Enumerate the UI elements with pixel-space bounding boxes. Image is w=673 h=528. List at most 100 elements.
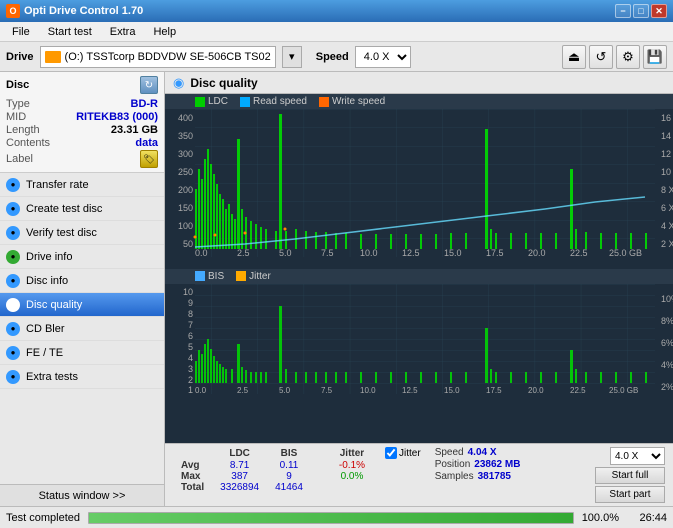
svg-text:25.0 GB: 25.0 GB xyxy=(609,386,638,394)
svg-text:5.0: 5.0 xyxy=(279,386,291,394)
disc-panel: Disc ↻ Type BD-R MID RITEKB83 (000) Leng… xyxy=(0,72,164,173)
ldc-chart-svg: 400 350 300 250 200 150 100 50 16 X 14 X… xyxy=(165,109,673,257)
elapsed-time: 26:44 xyxy=(627,512,667,524)
svg-text:20.0: 20.0 xyxy=(528,386,544,394)
create-test-disc-icon: ● xyxy=(6,202,20,216)
disc-type-label: Type xyxy=(6,98,30,110)
svg-text:12 X: 12 X xyxy=(661,149,673,159)
start-full-button[interactable]: Start full xyxy=(595,467,665,484)
ldc-chart-area: 400 350 300 250 200 150 100 50 16 X 14 X… xyxy=(165,109,673,269)
sidebar-item-transfer-rate-label: Transfer rate xyxy=(26,179,89,191)
sidebar-item-cd-bler[interactable]: ● CD Bler xyxy=(0,317,164,341)
close-button[interactable]: ✕ xyxy=(651,4,667,18)
disc-quality-header-title: Disc quality xyxy=(190,76,257,90)
svg-text:10.0: 10.0 xyxy=(360,248,378,257)
refresh-button[interactable]: ↺ xyxy=(589,45,613,69)
sidebar-item-verify-test-disc-label: Verify test disc xyxy=(26,227,97,239)
menu-bar: File Start test Extra Help xyxy=(0,22,673,42)
disc-quality-header: ◉ Disc quality xyxy=(165,72,673,94)
svg-text:2.5: 2.5 xyxy=(237,386,249,394)
svg-text:350: 350 xyxy=(178,131,193,141)
svg-text:6 X: 6 X xyxy=(661,203,673,213)
sidebar-item-transfer-rate[interactable]: ● Transfer rate xyxy=(0,173,164,197)
speed-info-value: 4.04 X xyxy=(468,447,497,458)
speed-info: Speed 4.04 X Position 23862 MB Samples 3… xyxy=(435,447,521,482)
stats-total-ldc: 3326894 xyxy=(212,482,267,493)
svg-text:8%: 8% xyxy=(661,316,673,326)
sidebar-item-disc-quality-label: Disc quality xyxy=(26,299,82,311)
stats-max-label: Max xyxy=(173,471,212,482)
stats-max-ldc: 387 xyxy=(212,471,267,482)
progress-bar-fill xyxy=(89,513,573,523)
jitter-checkbox[interactable] xyxy=(385,447,397,459)
stats-max-jitter: 0.0% xyxy=(331,471,373,482)
svg-text:300: 300 xyxy=(178,149,193,159)
disc-label-icon-button[interactable]: 🏷 xyxy=(140,150,158,168)
bis-chart-area: 10 9 8 7 6 5 4 3 2 1 10% 8% 6% 4% 2% 0.0… xyxy=(165,284,673,444)
read-speed-color-swatch xyxy=(240,97,250,107)
legend-jitter: Jitter xyxy=(236,271,271,282)
sidebar-item-verify-test-disc[interactable]: ● Verify test disc xyxy=(0,221,164,245)
svg-text:3: 3 xyxy=(188,364,193,374)
svg-text:15.0: 15.0 xyxy=(444,386,460,394)
svg-text:2 X: 2 X xyxy=(661,239,673,249)
eject-button[interactable]: ⏏ xyxy=(562,45,586,69)
menu-extra[interactable]: Extra xyxy=(102,25,144,39)
action-speed-select[interactable]: 4.0 X 2.0 X xyxy=(610,447,665,465)
svg-text:50: 50 xyxy=(183,239,193,249)
status-window-button[interactable]: Status window >> xyxy=(0,484,164,506)
svg-text:16 X: 16 X xyxy=(661,113,673,123)
sidebar-item-extra-tests[interactable]: ● Extra tests xyxy=(0,365,164,389)
maximize-button[interactable]: □ xyxy=(633,4,649,18)
save-button[interactable]: 💾 xyxy=(643,45,667,69)
menu-help[interactable]: Help xyxy=(145,25,184,39)
menu-file[interactable]: File xyxy=(4,25,38,39)
svg-text:0.0: 0.0 xyxy=(195,248,208,257)
drive-dropdown-button[interactable]: ▾ xyxy=(282,46,302,68)
svg-text:8: 8 xyxy=(188,309,193,319)
minimize-button[interactable]: − xyxy=(615,4,631,18)
disc-refresh-button[interactable]: ↻ xyxy=(140,76,158,94)
svg-text:8 X: 8 X xyxy=(661,185,673,195)
ldc-color-swatch xyxy=(195,97,205,107)
position-label: Position xyxy=(435,459,471,470)
verify-test-disc-icon: ● xyxy=(6,226,20,240)
svg-text:7.5: 7.5 xyxy=(321,386,333,394)
sidebar-item-disc-quality[interactable]: ● Disc quality xyxy=(0,293,164,317)
app-icon: O xyxy=(6,4,20,18)
svg-text:5.0: 5.0 xyxy=(279,248,292,257)
svg-text:6%: 6% xyxy=(661,338,673,348)
svg-text:15.0: 15.0 xyxy=(444,248,462,257)
sidebar-nav: ● Transfer rate ● Create test disc ● Ver… xyxy=(0,173,164,389)
svg-text:10.0: 10.0 xyxy=(360,386,376,394)
sidebar-item-disc-info[interactable]: ● Disc info xyxy=(0,269,164,293)
svg-text:17.5: 17.5 xyxy=(486,386,502,394)
disc-type-value: BD-R xyxy=(131,98,159,110)
drive-selector[interactable]: (O:) TSSTcorp BDDVDW SE-506CB TS02 xyxy=(40,46,276,68)
chart-legend-top: LDC Read speed Write speed xyxy=(165,94,673,109)
legend-bis-label: BIS xyxy=(208,271,224,282)
svg-text:5: 5 xyxy=(188,342,193,352)
sidebar-item-fe-te[interactable]: ● FE / TE xyxy=(0,341,164,365)
disc-quality-icon: ● xyxy=(6,298,20,312)
stats-avg-bis: 0.11 xyxy=(267,460,311,471)
svg-text:7.5: 7.5 xyxy=(321,248,334,257)
disc-label-label: Label xyxy=(6,153,33,165)
toolbar-icons: ⏏ ↺ ⚙ 💾 xyxy=(562,45,667,69)
samples-label: Samples xyxy=(435,471,474,482)
stats-header-bis: BIS xyxy=(267,447,311,460)
speed-info-label: Speed xyxy=(435,447,464,458)
svg-text:25.0 GB: 25.0 GB xyxy=(609,248,642,257)
menu-start-test[interactable]: Start test xyxy=(40,25,100,39)
speed-select[interactable]: 4.0 X 2.0 X 1.0 X xyxy=(355,46,411,68)
sidebar-item-fe-te-label: FE / TE xyxy=(26,347,63,359)
sidebar-item-create-test-disc[interactable]: ● Create test disc xyxy=(0,197,164,221)
transfer-rate-icon: ● xyxy=(6,178,20,192)
settings-button[interactable]: ⚙ xyxy=(616,45,640,69)
sidebar-item-drive-info[interactable]: ● Drive info xyxy=(0,245,164,269)
start-part-button[interactable]: Start part xyxy=(595,486,665,503)
extra-tests-icon: ● xyxy=(6,370,20,384)
app-title: Opti Drive Control 1.70 xyxy=(24,5,143,17)
disc-contents-label: Contents xyxy=(6,137,50,149)
progress-bar xyxy=(88,512,574,524)
